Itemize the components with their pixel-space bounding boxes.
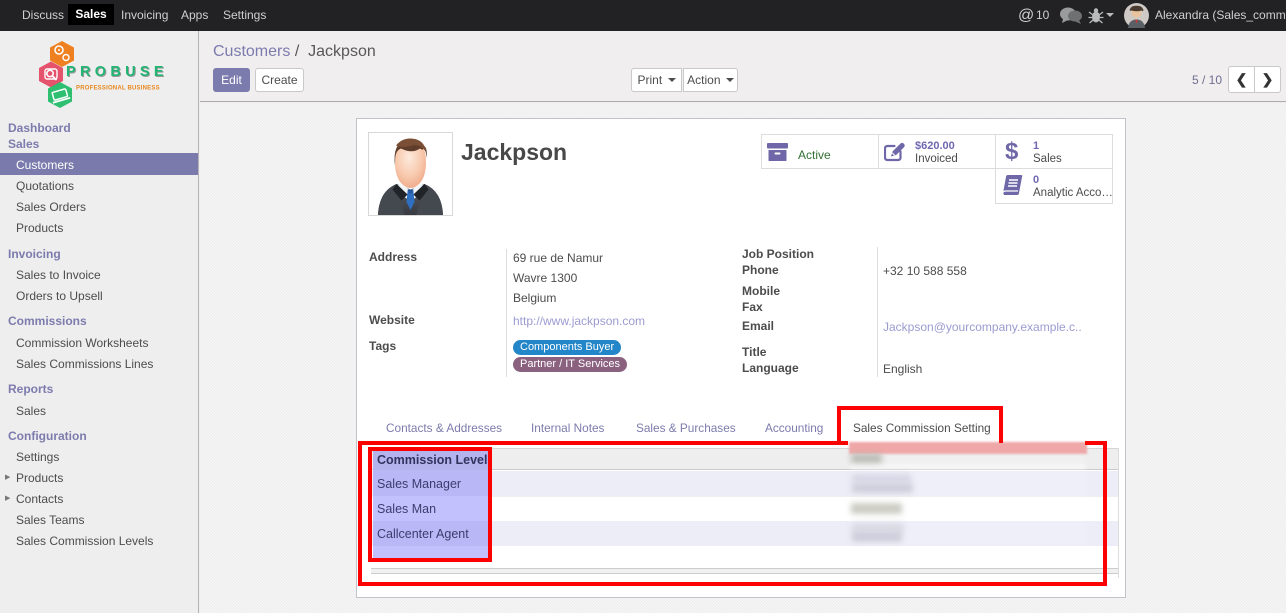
svg-text:PROFESSIONAL BUSINESS: PROFESSIONAL BUSINESS — [76, 86, 160, 92]
svg-text:PROBUSE: PROBUSE — [66, 64, 168, 80]
